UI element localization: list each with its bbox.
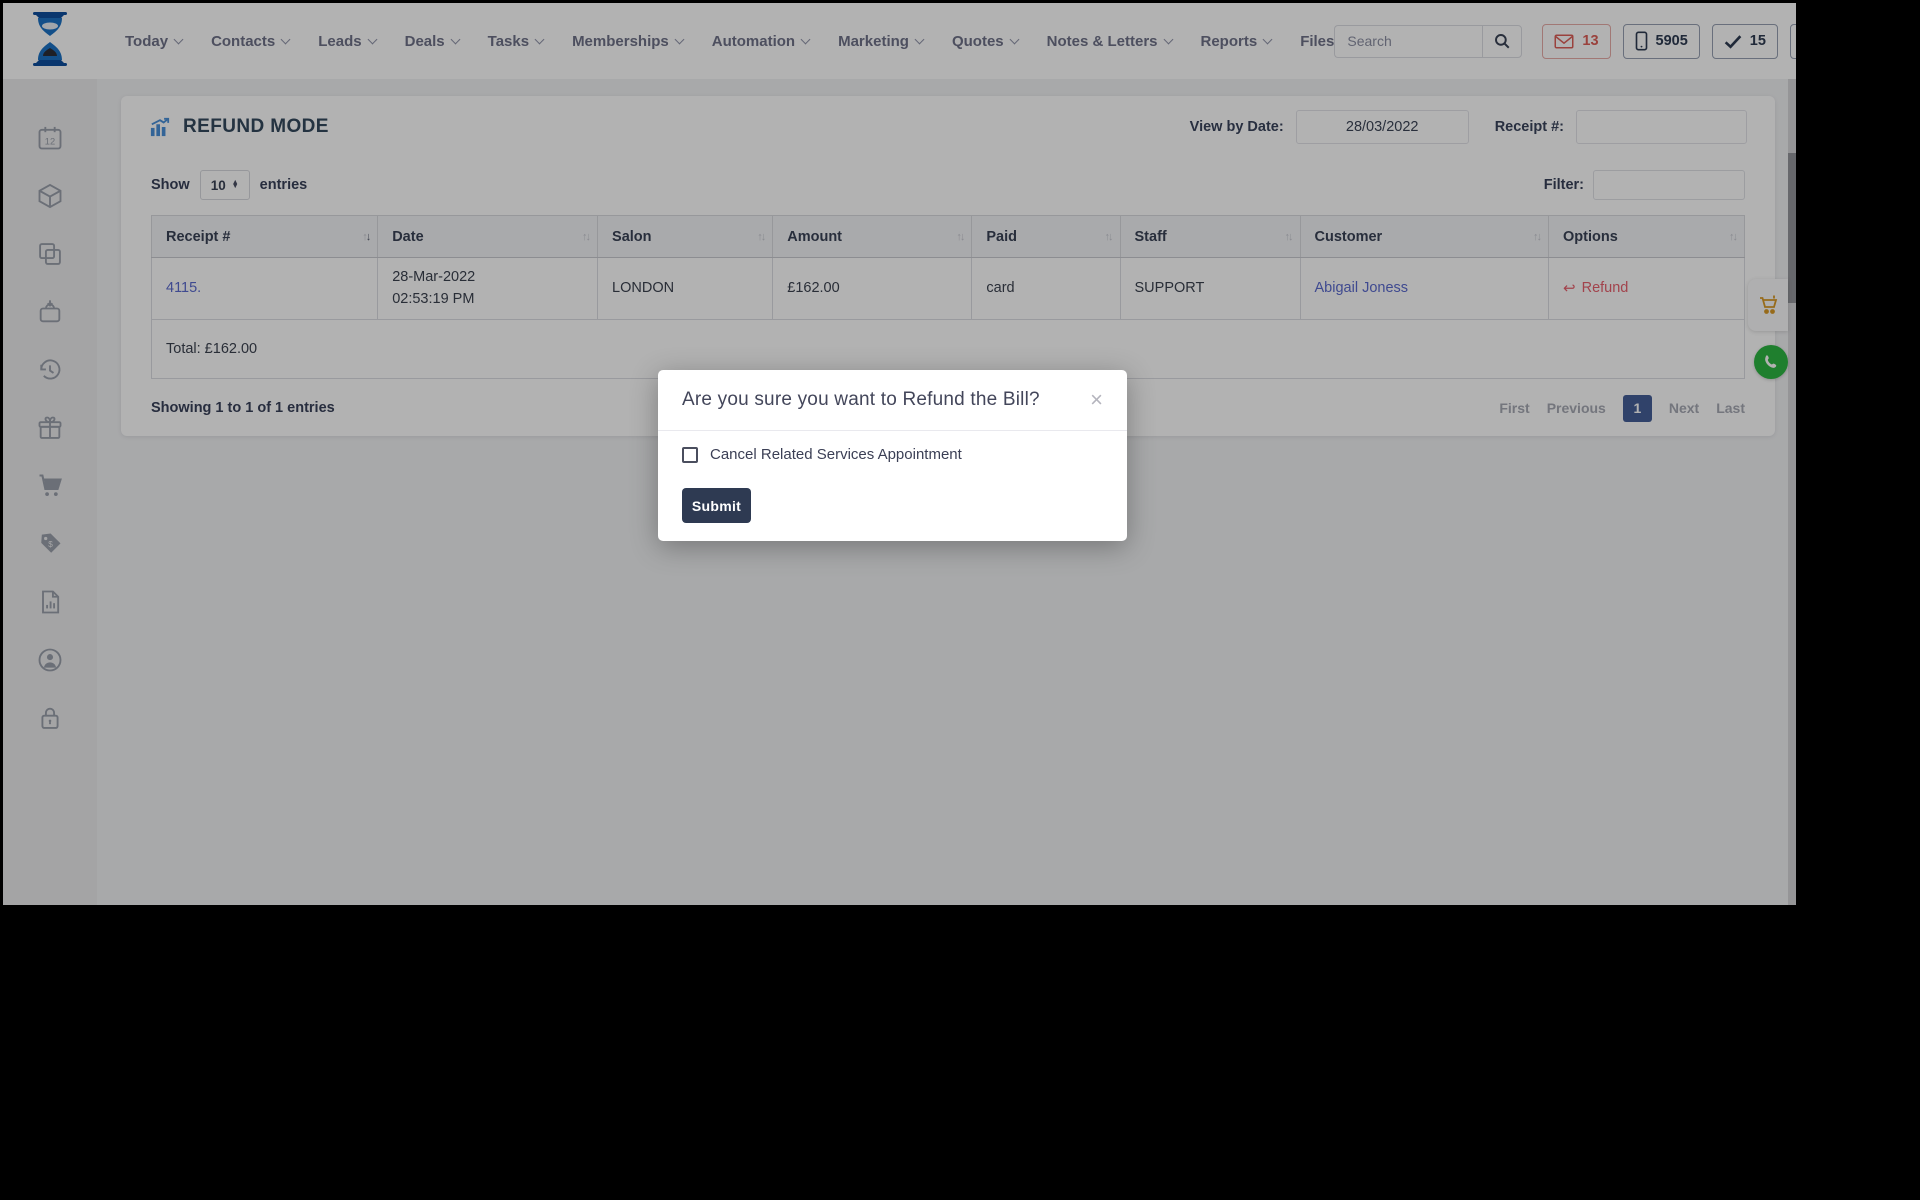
cancel-services-label: Cancel Related Services Appointment <box>710 446 962 463</box>
modal-title: Are you sure you want to Refund the Bill… <box>682 389 1040 411</box>
app-window: Today Contacts Leads Deals Tasks Members… <box>3 3 1796 905</box>
cancel-services-checkbox-row: Cancel Related Services Appointment <box>682 446 1103 463</box>
modal-header: Are you sure you want to Refund the Bill… <box>658 370 1127 431</box>
cancel-services-checkbox[interactable] <box>682 447 698 463</box>
submit-button[interactable]: Submit <box>682 488 751 523</box>
close-icon[interactable]: × <box>1090 389 1103 411</box>
refund-confirm-modal: Are you sure you want to Refund the Bill… <box>658 370 1127 541</box>
screen: Today Contacts Leads Deals Tasks Members… <box>0 0 1920 1200</box>
modal-body: Cancel Related Services Appointment Subm… <box>658 431 1127 523</box>
